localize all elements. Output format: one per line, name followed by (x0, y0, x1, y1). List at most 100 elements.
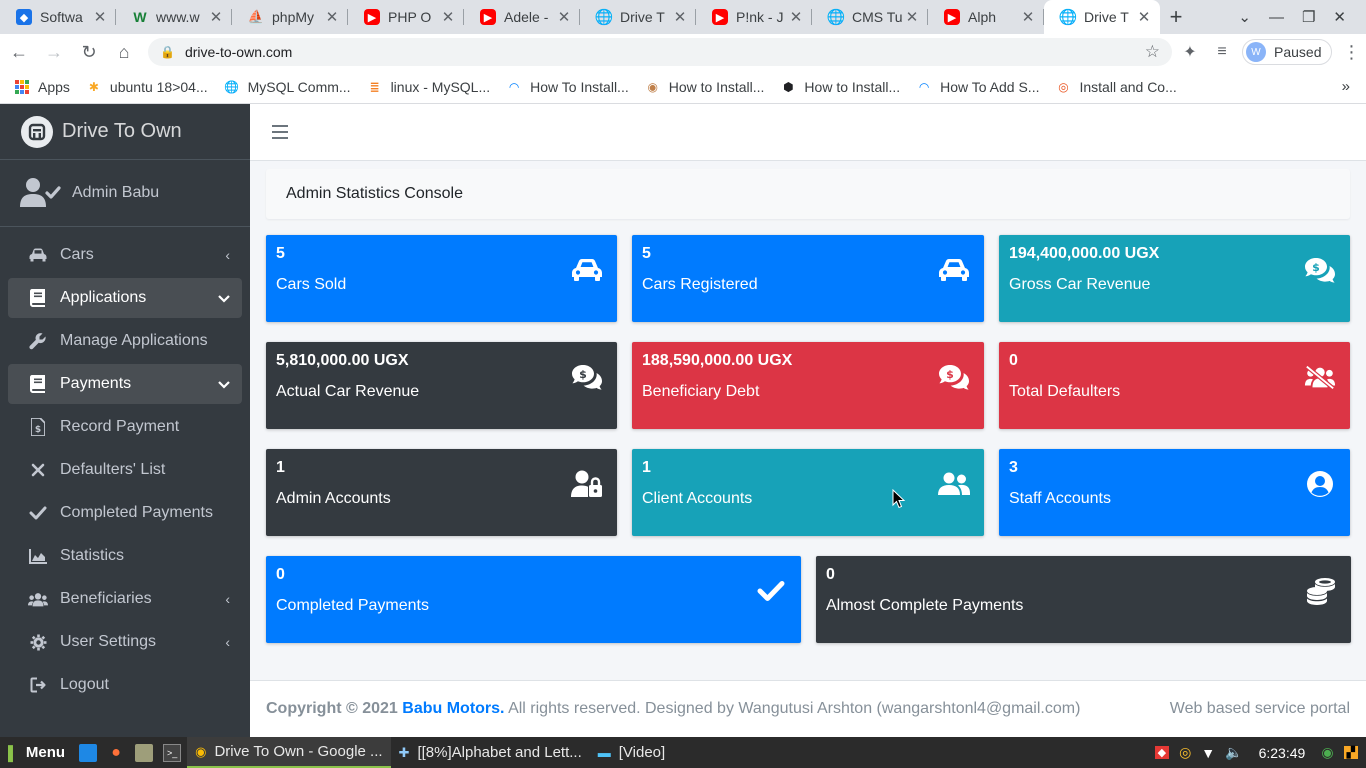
sidebar-item-manage-applications[interactable]: Manage Applications (8, 321, 242, 361)
chrome-tray-icon[interactable]: ◉ (1321, 744, 1333, 761)
close-tab-icon[interactable]: ✕ (324, 8, 340, 26)
address-bar[interactable]: 🔒 drive-to-own.com ☆ (148, 38, 1172, 66)
sidebar-item-logout[interactable]: Logout (8, 665, 242, 705)
media-control-icon[interactable]: ≡ (1208, 38, 1236, 66)
close-window-icon[interactable]: ✕ (1333, 8, 1346, 26)
sidebar-item-record-payment[interactable]: $ Record Payment (8, 407, 242, 447)
wifi-icon[interactable]: ▼ (1201, 745, 1215, 761)
stat-card-client-accounts[interactable]: 1 Client Accounts (632, 449, 984, 536)
browser-tab[interactable]: ▶ Alph ✕ (928, 0, 1044, 34)
hexagon-favicon-icon: ⬢ (783, 79, 794, 94)
chevron-left-icon: ‹ (225, 591, 230, 607)
url-text[interactable]: drive-to-own.com (185, 44, 1145, 60)
bookmark-item[interactable]: ◉ How to Install... (645, 79, 764, 95)
browser-tab[interactable]: ◆ Softwa ✕ (0, 0, 116, 34)
stat-card-actual-car-revenue[interactable]: 5,810,000.00 UGX Actual Car Revenue $ (266, 342, 617, 429)
home-icon[interactable]: ⌂ (108, 36, 140, 68)
bookmark-item[interactable]: ✱ ubuntu 18>04... (86, 79, 208, 95)
reload-icon[interactable]: ↻ (73, 36, 105, 68)
volume-icon[interactable]: 🔈 (1225, 744, 1242, 761)
workspace-icon[interactable]: ▞ (1343, 746, 1358, 759)
sidebar: Drive To Own Admin Babu Cars ‹ Applicati… (0, 104, 250, 737)
browser-tab[interactable]: ▶ P!nk - J ✕ (696, 0, 812, 34)
close-tab-icon[interactable]: ✕ (1136, 8, 1152, 26)
stat-card-almost-complete-payments[interactable]: 0 Almost Complete Payments (816, 556, 1351, 643)
sidebar-item-statistics[interactable]: Statistics (8, 536, 242, 576)
more-bookmarks-icon[interactable]: » (1342, 78, 1350, 95)
close-tab-icon[interactable]: ✕ (440, 8, 456, 26)
bookmark-item[interactable]: ◠ How To Add S... (916, 79, 1040, 95)
new-tab-button[interactable]: + (1160, 0, 1192, 34)
bookmark-item[interactable]: ◎ Install and Co... (1055, 79, 1177, 95)
browser-tab[interactable]: ▶ PHP O ✕ (348, 0, 464, 34)
back-icon[interactable]: ← (3, 36, 35, 68)
terminal-icon[interactable]: >_ (163, 743, 182, 762)
close-tab-icon[interactable]: ✕ (672, 8, 688, 26)
sidebar-item-payments[interactable]: Payments (8, 364, 242, 404)
sidebar-item-cars[interactable]: Cars ‹ (8, 235, 242, 275)
sidebar-item-defaulters-list[interactable]: Defaulters' List (8, 450, 242, 490)
close-tab-icon[interactable]: ✕ (788, 8, 804, 26)
bookmark-item[interactable]: ≣ linux - MySQL... (367, 79, 491, 95)
close-tab-icon[interactable]: ✕ (1020, 8, 1036, 26)
profile-button[interactable]: W Paused (1242, 39, 1333, 65)
sidebar-item-beneficiaries[interactable]: Beneficiaries ‹ (8, 579, 242, 619)
stat-card-beneficiary-debt[interactable]: 188,590,000.00 UGX Beneficiary Debt $ (632, 342, 984, 429)
taskbar-window-chrome[interactable]: ◉ Drive To Own - Google ... (187, 737, 391, 768)
footer-text: Copyright © 2021 Babu Motors. All rights… (266, 700, 1170, 718)
anydesk-icon[interactable]: ◆ (1154, 746, 1170, 759)
close-tab-icon[interactable]: ✕ (92, 8, 108, 26)
firefox-icon[interactable]: ● (107, 744, 125, 762)
youtube-icon: ▶ (364, 9, 380, 25)
clock[interactable]: 6:23:49 (1259, 745, 1306, 761)
minimize-icon[interactable]: — (1269, 9, 1284, 26)
start-menu-button[interactable]: ▌ Menu (0, 744, 73, 761)
bookmark-item[interactable]: ⬢ How to Install... (780, 79, 900, 95)
show-desktop-icon[interactable] (79, 743, 98, 762)
browser-tab[interactable]: Wwww.w ✕ (116, 0, 232, 34)
users-slash-icon (1304, 362, 1336, 392)
sidebar-item-completed-payments[interactable]: Completed Payments (8, 493, 242, 533)
os-taskbar: ▌ Menu ● >_ ◉ Drive To Own - Google ... … (0, 737, 1366, 768)
maximize-icon[interactable]: ❐ (1302, 8, 1315, 26)
tab-search-icon[interactable]: ⌄ (1238, 8, 1251, 26)
sidebar-item-user-settings[interactable]: User Settings ‹ (8, 622, 242, 662)
coins-icon (1305, 576, 1337, 606)
stat-card-cars-sold[interactable]: 5 Cars Sold (266, 235, 617, 322)
update-manager-icon[interactable]: ◎ (1179, 744, 1191, 761)
taskbar-window-player[interactable]: ✚ [[8%]Alphabet and Lett... (391, 737, 590, 768)
globe-icon: 🌐 (826, 9, 846, 26)
browser-tab[interactable]: ⛵ phpMy ✕ (232, 0, 348, 34)
file-manager-icon[interactable] (135, 743, 154, 762)
bookmark-star-icon[interactable]: ☆ (1145, 42, 1160, 62)
extensions-icon[interactable]: ✦ (1176, 38, 1204, 66)
stat-card-staff-accounts[interactable]: 3 Staff Accounts (999, 449, 1350, 536)
stat-card-cars-registered[interactable]: 5 Cars Registered (632, 235, 984, 322)
sidebar-item-applications[interactable]: Applications (8, 278, 242, 318)
digitalocean-icon: ◠ (509, 79, 519, 94)
browser-menu-icon[interactable]: ⋮ (1342, 42, 1360, 63)
close-tab-icon[interactable]: ✕ (208, 8, 224, 26)
stat-card-total-defaulters[interactable]: 0 Total Defaulters (999, 342, 1350, 429)
company-link[interactable]: Babu Motors. (402, 700, 504, 717)
stat-card-gross-car-revenue[interactable]: 194,400,000.00 UGX Gross Car Revenue $ (999, 235, 1350, 322)
user-panel[interactable]: Admin Babu (0, 160, 250, 227)
close-tab-icon[interactable]: ✕ (904, 8, 920, 26)
bookmark-apps[interactable]: Apps (14, 79, 70, 95)
brand-link[interactable]: Drive To Own (0, 104, 250, 160)
lock-icon[interactable]: 🔒 (160, 45, 175, 59)
bookmark-item[interactable]: ◠ How To Install... (506, 79, 629, 95)
star-favicon-icon: ✱ (88, 79, 99, 94)
hamburger-menu-icon[interactable] (272, 125, 288, 139)
browser-tab-active[interactable]: 🌐 Drive T ✕ (1044, 0, 1160, 34)
stat-card-admin-accounts[interactable]: 1 Admin Accounts (266, 449, 617, 536)
stat-card-completed-payments[interactable]: 0 Completed Payments (266, 556, 801, 643)
bookmark-item[interactable]: 🌐 MySQL Comm... (224, 79, 350, 95)
taskbar-window-video[interactable]: ▬ [Video] (590, 737, 673, 768)
close-tab-icon[interactable]: ✕ (556, 8, 572, 26)
forward-icon[interactable]: → (38, 36, 70, 68)
browser-tab[interactable]: 🌐 Drive T ✕ (580, 0, 696, 34)
phpmyadmin-icon: ⛵ (247, 9, 265, 24)
browser-tab[interactable]: ▶ Adele - ✕ (464, 0, 580, 34)
browser-tab[interactable]: 🌐 CMS Tu ✕ (812, 0, 928, 34)
